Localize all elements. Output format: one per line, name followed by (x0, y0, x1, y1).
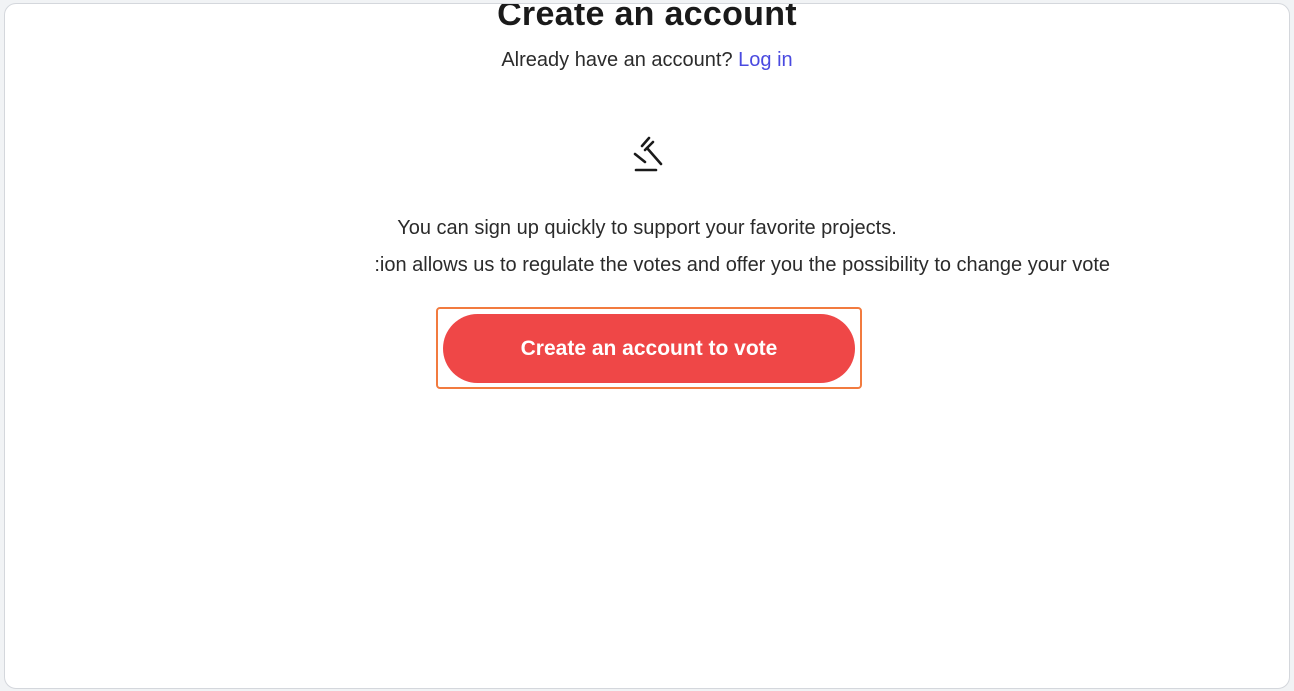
signup-panel: Create an account Already have an accoun… (4, 3, 1290, 689)
gavel-icon (630, 132, 666, 174)
login-prompt-text: Already have an account? (501, 49, 733, 71)
login-prompt-line: Already have an account? Log in (5, 47, 1289, 73)
description-line-2: :ion allows us to regulate the votes and… (374, 254, 1110, 276)
create-account-to-vote-button[interactable]: Create an account to vote (443, 314, 855, 383)
login-link[interactable]: Log in (738, 49, 793, 71)
description-line-1: You can sign up quickly to support your … (397, 217, 897, 239)
page-title: Create an account (497, 3, 797, 33)
